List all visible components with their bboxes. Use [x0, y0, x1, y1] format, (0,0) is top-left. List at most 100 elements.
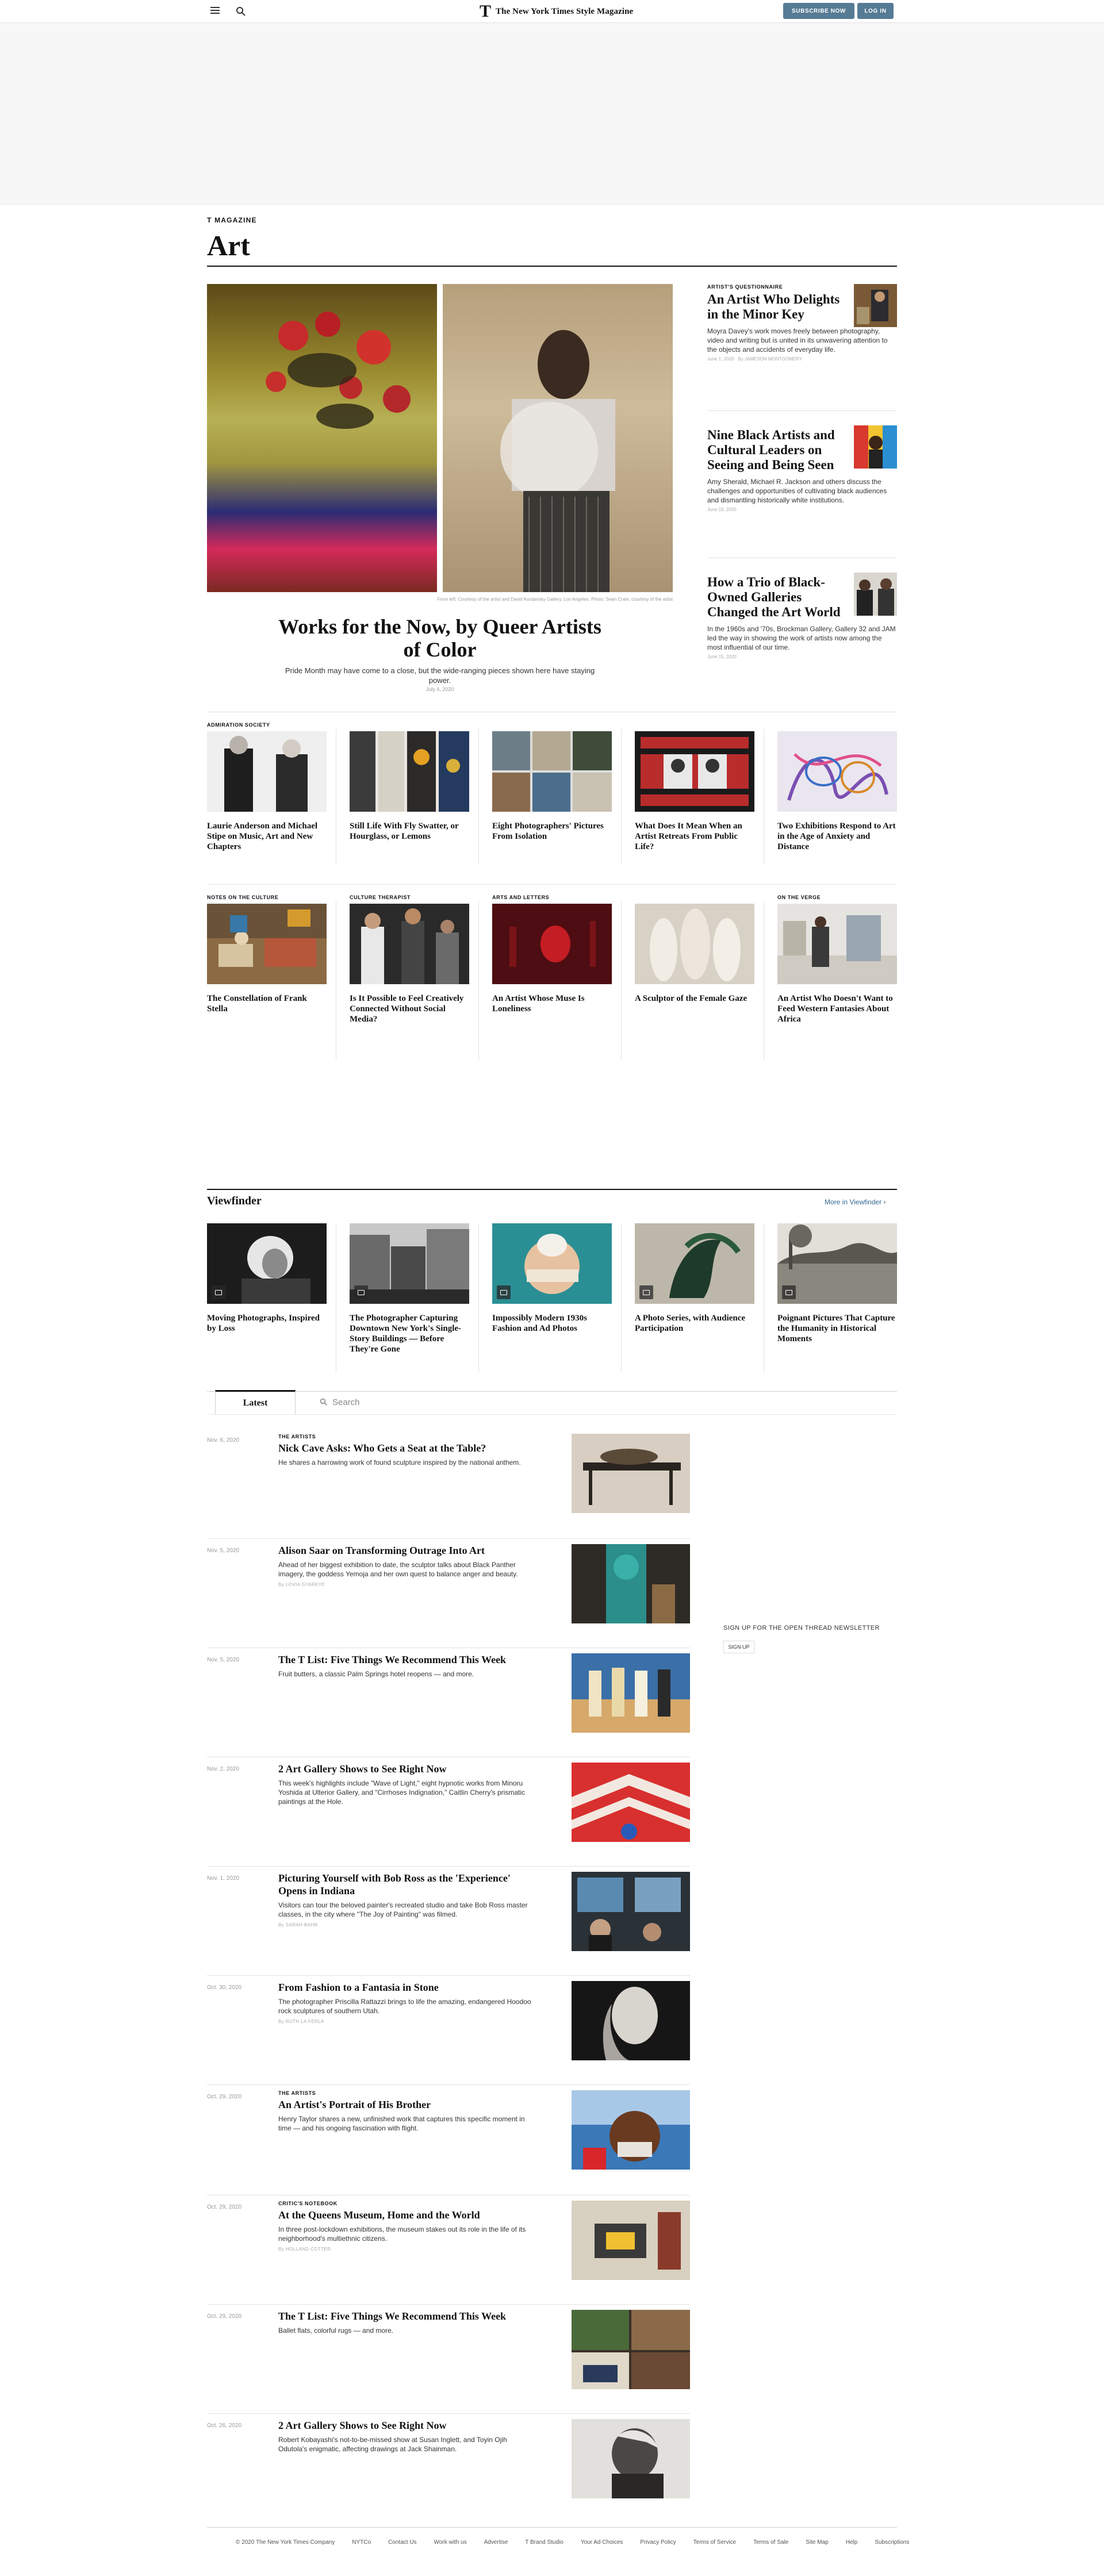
viewfinder-title[interactable]: Viewfinder — [207, 1195, 262, 1208]
footer-link[interactable]: Your Ad Choices — [581, 2539, 623, 2546]
grid-card[interactable]: ADMIRATION SOCIETY Laurie Anderson and M… — [207, 722, 327, 852]
search-input[interactable]: Search — [320, 1393, 561, 1411]
card-image[interactable] — [492, 904, 612, 984]
card-headline[interactable]: An Artist Whose Muse Is Loneliness — [492, 993, 612, 1014]
card-headline[interactable]: Moving Photographs, Inspired by Loss — [207, 1313, 327, 1334]
grid-card[interactable]: Eight Photographers' Pictures From Isola… — [492, 722, 612, 842]
card-headline[interactable]: Is It Possible to Feel Creatively Connec… — [350, 993, 469, 1024]
grid-card[interactable]: Two Exhibitions Respond to Art in the Ag… — [777, 722, 897, 852]
story-thumbnail[interactable] — [854, 573, 897, 616]
stream-headline[interactable]: An Artist's Portrait of His Brother — [278, 2098, 531, 2111]
stream-headline[interactable]: The T List: Five Things We Recommend Thi… — [278, 2310, 531, 2322]
card-headline[interactable]: Two Exhibitions Respond to Art in the Ag… — [777, 821, 897, 852]
stream-headline[interactable]: 2 Art Gallery Shows to See Right Now — [278, 2419, 531, 2432]
footer-link[interactable]: Work with us — [434, 2539, 467, 2546]
card-headline[interactable]: An Artist Who Doesn't Want to Feed Weste… — [777, 993, 897, 1024]
card-image[interactable] — [207, 731, 327, 812]
stream-image[interactable] — [572, 1544, 690, 1623]
section-kicker[interactable]: T MAGAZINE — [207, 216, 257, 224]
card-image[interactable] — [635, 904, 754, 984]
footer-link[interactable]: Subscriptions — [875, 2539, 909, 2546]
story-thumbnail[interactable] — [854, 284, 897, 327]
card-kicker[interactable]: ON THE VERGE — [777, 895, 897, 901]
stream-image[interactable] — [572, 2201, 690, 2280]
stream-headline[interactable]: 2 Art Gallery Shows to See Right Now — [278, 1763, 531, 1775]
stream-kicker[interactable]: CRITIC'S NOTEBOOK — [278, 2201, 531, 2206]
card-image[interactable] — [777, 904, 897, 984]
login-button[interactable]: Log In — [857, 3, 894, 19]
stream-kicker[interactable]: THE ARTISTS — [278, 1434, 531, 1439]
card-image[interactable] — [777, 731, 897, 812]
stream-image[interactable] — [572, 2310, 690, 2389]
card-headline[interactable]: Still Life With Fly Swatter, or Hourglas… — [350, 821, 469, 842]
grid-card[interactable]: ARTS AND LETTERS An Artist Whose Muse Is… — [492, 895, 612, 1014]
grid-card[interactable]: What Does It Mean When an Artist Retreat… — [635, 722, 754, 852]
card-image[interactable] — [635, 1223, 754, 1304]
footer-link[interactable]: Privacy Policy — [640, 2539, 676, 2546]
card-image[interactable] — [492, 731, 612, 812]
search-icon[interactable] — [236, 6, 246, 17]
grid-card[interactable]: A Sculptor of the Female Gaze — [635, 895, 754, 1004]
stream-image[interactable] — [572, 1872, 690, 1951]
stream-headline[interactable]: Nick Cave Asks: Who Gets a Seat at the T… — [278, 1442, 531, 1454]
card-headline[interactable]: A Sculptor of the Female Gaze — [635, 993, 754, 1004]
side-story[interactable]: ARTIST'S QUESTIONNAIRE An Artist Who Del… — [707, 284, 897, 362]
stream-image[interactable] — [572, 1434, 690, 1513]
footer-link[interactable]: NYTCo — [352, 2539, 371, 2546]
card-image[interactable] — [777, 1223, 897, 1304]
card-headline[interactable]: A Photo Series, with Audience Participat… — [635, 1313, 754, 1334]
story-headline[interactable]: An Artist Who Delights in the Minor Key — [707, 292, 845, 322]
hamburger-menu-icon[interactable] — [210, 7, 220, 15]
card-headline[interactable]: Eight Photographers' Pictures From Isola… — [492, 821, 612, 842]
card-image[interactable] — [350, 904, 469, 984]
viewfinder-card[interactable]: A Photo Series, with Audience Participat… — [635, 1223, 754, 1334]
card-headline[interactable]: The Photographer Capturing Downtown New … — [350, 1313, 469, 1354]
tab-latest[interactable]: Latest — [215, 1390, 296, 1415]
viewfinder-card[interactable]: Impossibly Modern 1930s Fashion and Ad P… — [492, 1223, 612, 1334]
lead-image-right[interactable] — [443, 284, 673, 592]
stream-headline[interactable]: At the Queens Museum, Home and the World — [278, 2209, 531, 2221]
card-image[interactable] — [635, 731, 754, 812]
card-kicker[interactable]: NOTES ON THE CULTURE — [207, 895, 327, 901]
side-story[interactable]: Nine Black Artists and Cultural Leaders … — [707, 425, 897, 512]
viewfinder-card[interactable]: The Photographer Capturing Downtown New … — [350, 1223, 469, 1354]
card-image[interactable] — [207, 904, 327, 984]
footer-link[interactable]: Terms of Sale — [753, 2539, 788, 2546]
viewfinder-more-link[interactable]: More in Viewfinder › — [825, 1198, 886, 1206]
card-headline[interactable]: Laurie Anderson and Michael Stipe on Mus… — [207, 821, 327, 852]
grid-card[interactable]: NOTES ON THE CULTURE The Constellation o… — [207, 895, 327, 1014]
footer-link[interactable]: Site Map — [806, 2539, 828, 2546]
stream-image[interactable] — [572, 1981, 690, 2060]
lead-headline[interactable]: Works for the Now, by Queer Artists of C… — [276, 615, 604, 661]
story-headline[interactable]: How a Trio of Black-Owned Galleries Chan… — [707, 575, 845, 620]
card-kicker[interactable]: ARTS AND LETTERS — [492, 895, 612, 901]
card-headline[interactable]: Poignant Pictures That Capture the Human… — [777, 1313, 897, 1344]
grid-card[interactable]: Still Life With Fly Swatter, or Hourglas… — [350, 722, 469, 842]
card-image[interactable] — [207, 1223, 327, 1304]
stream-image[interactable] — [572, 1763, 690, 1842]
stream-headline[interactable]: From Fashion to a Fantasia in Stone — [278, 1981, 531, 1994]
card-kicker[interactable]: CULTURE THERAPIST — [350, 895, 469, 901]
footer-link[interactable]: Advertise — [484, 2539, 508, 2546]
newsletter-signup-button[interactable]: SIGN UP — [723, 1641, 754, 1653]
stream-kicker[interactable]: THE ARTISTS — [278, 2090, 531, 2096]
card-headline[interactable]: Impossibly Modern 1930s Fashion and Ad P… — [492, 1313, 612, 1334]
card-kicker[interactable]: ADMIRATION SOCIETY — [207, 722, 327, 729]
side-story[interactable]: How a Trio of Black-Owned Galleries Chan… — [707, 573, 897, 659]
footer-link[interactable]: Contact Us — [388, 2539, 416, 2546]
stream-headline[interactable]: Alison Saar on Transforming Outrage Into… — [278, 1544, 531, 1557]
card-headline[interactable]: What Does It Mean When an Artist Retreat… — [635, 821, 754, 852]
subscribe-button[interactable]: Subscribe Now — [783, 3, 854, 19]
footer-link[interactable]: Help — [846, 2539, 858, 2546]
stream-image[interactable] — [572, 1653, 690, 1733]
viewfinder-card[interactable]: Poignant Pictures That Capture the Human… — [777, 1223, 897, 1344]
grid-card[interactable]: CULTURE THERAPIST Is It Possible to Feel… — [350, 895, 469, 1024]
card-image[interactable] — [350, 1223, 469, 1304]
footer-link[interactable]: T Brand Studio — [525, 2539, 564, 2546]
story-thumbnail[interactable] — [854, 425, 897, 469]
brand-logo[interactable]: T The New York Times Style Magazine — [480, 3, 633, 20]
lead-image-left[interactable] — [207, 284, 437, 592]
viewfinder-card[interactable]: Moving Photographs, Inspired by Loss — [207, 1223, 327, 1334]
stream-image[interactable] — [572, 2090, 690, 2170]
card-image[interactable] — [350, 731, 469, 812]
